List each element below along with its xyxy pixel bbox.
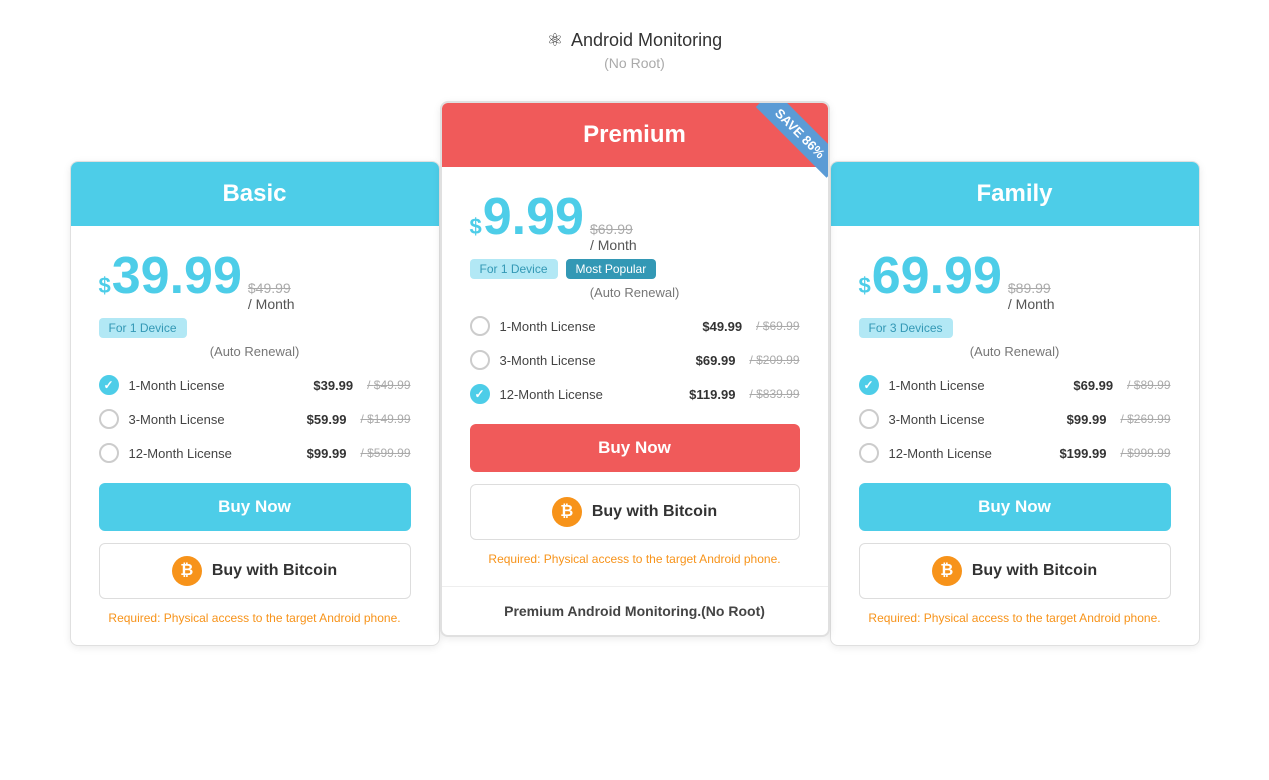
- basic-badges: For 1 Device: [99, 318, 411, 338]
- page-subtitle: (No Root): [547, 55, 722, 71]
- basic-plan-card: Basic $ 39.99 $49.99 / Month For 1 Devic…: [70, 161, 440, 646]
- premium-plan-card: Premium SAVE 86% $ 9.99 $69.99 / Month F…: [440, 101, 830, 637]
- basic-license-3m: 3-Month License $59.99 / $149.99: [99, 409, 411, 429]
- basic-buy-bitcoin-button[interactable]: ₿ Buy with Bitcoin: [99, 543, 411, 599]
- android-icon: ⚛: [547, 30, 563, 51]
- premium-body: $ 9.99 $69.99 / Month For 1 Device Most …: [442, 167, 828, 586]
- basic-license-list: 1-Month License $39.99 / $49.99 3-Month …: [99, 375, 411, 463]
- premium-radio-3m[interactable]: [470, 350, 490, 370]
- premium-license-list: 1-Month License $49.99 / $69.99 3-Month …: [470, 316, 800, 404]
- premium-radio-12m[interactable]: [470, 384, 490, 404]
- premium-license-12m: 12-Month License $119.99 / $839.99: [470, 384, 800, 404]
- family-radio-1m[interactable]: [859, 375, 879, 395]
- pricing-cards: Basic $ 39.99 $49.99 / Month For 1 Devic…: [20, 101, 1249, 646]
- premium-license-3m: 3-Month License $69.99 / $209.99: [470, 350, 800, 370]
- premium-buy-bitcoin-button[interactable]: ₿ Buy with Bitcoin: [470, 484, 800, 540]
- basic-license-1m: 1-Month License $39.99 / $49.99: [99, 375, 411, 395]
- save-ribbon: SAVE 86%: [755, 103, 827, 178]
- bitcoin-icon-family: ₿: [932, 556, 962, 586]
- page-title: ⚛ Android Monitoring: [547, 30, 722, 51]
- family-body: $ 69.99 $89.99 / Month For 3 Devices (Au…: [831, 226, 1199, 645]
- family-plan-card: Family $ 69.99 $89.99 / Month For 3 Devi…: [830, 161, 1200, 646]
- family-license-3m: 3-Month License $99.99 / $269.99: [859, 409, 1171, 429]
- premium-radio-1m[interactable]: [470, 316, 490, 336]
- family-license-list: 1-Month License $69.99 / $89.99 3-Month …: [859, 375, 1171, 463]
- bitcoin-icon-premium: ₿: [552, 497, 582, 527]
- family-license-12m: 12-Month License $199.99 / $999.99: [859, 443, 1171, 463]
- basic-radio-1m[interactable]: [99, 375, 119, 395]
- basic-radio-3m[interactable]: [99, 409, 119, 429]
- premium-bottom-text: Premium Android Monitoring.(No Root): [442, 586, 828, 635]
- family-price-row: $ 69.99 $89.99 / Month: [859, 250, 1171, 312]
- save-ribbon-wrap: SAVE 86%: [738, 103, 828, 193]
- premium-buy-now-button[interactable]: Buy Now: [470, 424, 800, 472]
- basic-header: Basic: [71, 162, 439, 226]
- family-badges: For 3 Devices: [859, 318, 1171, 338]
- family-radio-12m[interactable]: [859, 443, 879, 463]
- basic-price-row: $ 39.99 $49.99 / Month: [99, 250, 411, 312]
- bitcoin-icon-basic: ₿: [172, 556, 202, 586]
- family-radio-3m[interactable]: [859, 409, 879, 429]
- basic-license-12m: 12-Month License $99.99 / $599.99: [99, 443, 411, 463]
- basic-body: $ 39.99 $49.99 / Month For 1 Device (Aut…: [71, 226, 439, 645]
- family-header: Family: [831, 162, 1199, 226]
- premium-price-row: $ 9.99 $69.99 / Month: [470, 191, 800, 253]
- family-buy-bitcoin-button[interactable]: ₿ Buy with Bitcoin: [859, 543, 1171, 599]
- family-buy-now-button[interactable]: Buy Now: [859, 483, 1171, 531]
- basic-radio-12m[interactable]: [99, 443, 119, 463]
- premium-license-1m: 1-Month License $49.99 / $69.99: [470, 316, 800, 336]
- page-header: ⚛ Android Monitoring (No Root): [547, 30, 722, 71]
- family-license-1m: 1-Month License $69.99 / $89.99: [859, 375, 1171, 395]
- basic-buy-now-button[interactable]: Buy Now: [99, 483, 411, 531]
- premium-badges: For 1 Device Most Popular: [470, 259, 800, 279]
